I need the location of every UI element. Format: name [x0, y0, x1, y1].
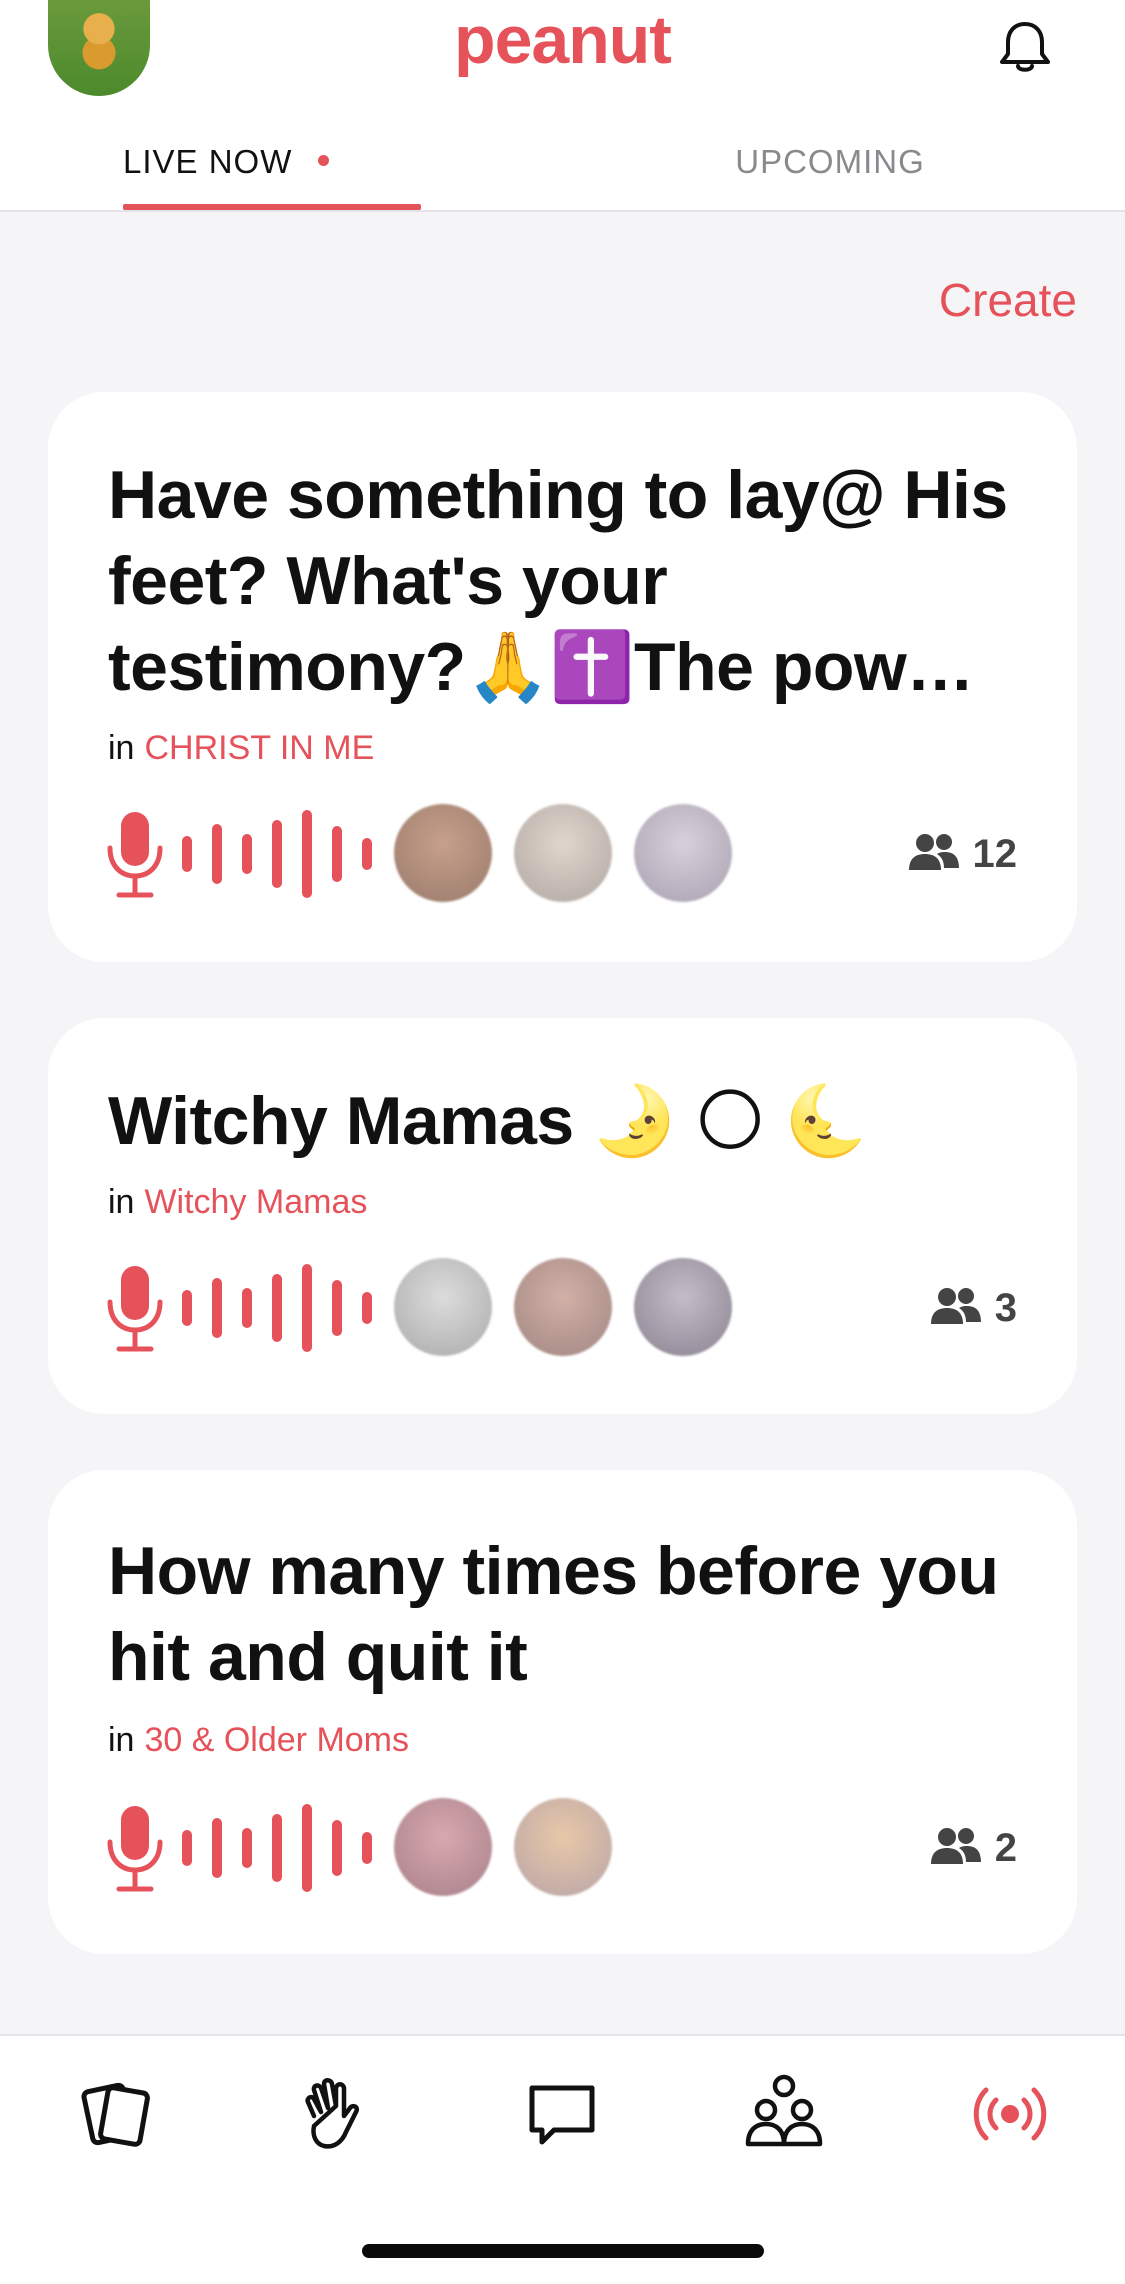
brand-logo: peanut — [454, 2, 672, 78]
create-room-button[interactable]: Create — [939, 268, 1077, 332]
microphone-icon — [107, 1266, 163, 1352]
app-header: peanut LIVE NOW UPCOMING — [0, 0, 1125, 212]
room-title: How many times before you hit and quit i… — [108, 1533, 999, 1695]
home-indicator[interactable] — [362, 2244, 764, 2258]
live-indicator-dot — [318, 154, 330, 166]
cards-icon[interactable] — [74, 2072, 158, 2156]
active-tab-underline — [123, 204, 421, 210]
room-group-link[interactable]: 30 & Older Moms — [144, 1721, 409, 1759]
microphone-icon — [107, 1806, 163, 1892]
speaker-avatar[interactable] — [514, 804, 612, 902]
in-label: in — [108, 1183, 135, 1221]
room-group-line: in 30 & Older Moms — [108, 1718, 409, 1762]
listener-count-value: 2 — [994, 1826, 1017, 1870]
room-card[interactable]: Have something to lay@ His feet? What's … — [48, 392, 1077, 962]
community-icon[interactable] — [742, 2072, 826, 2156]
speaker-avatar[interactable] — [394, 1798, 492, 1896]
speaker-avatar[interactable] — [514, 1258, 612, 1356]
tab-live-now[interactable]: LIVE NOW — [123, 132, 423, 192]
listener-count: 2 — [929, 1798, 1017, 1898]
speaker-avatar[interactable] — [514, 1798, 612, 1896]
in-label: in — [108, 729, 135, 767]
tab-live-now-label: LIVE NOW — [123, 143, 293, 180]
people-icon — [930, 1288, 981, 1325]
room-card[interactable]: How many times before you hit and quit i… — [48, 1470, 1077, 1954]
people-icon — [930, 1828, 981, 1865]
room-activity-row: 2 — [104, 1798, 1017, 1898]
tab-upcoming[interactable]: UPCOMING — [690, 132, 970, 192]
room-group-line: in Witchy Mamas — [108, 1180, 367, 1224]
speaker-avatar[interactable] — [634, 804, 732, 902]
people-icon — [908, 834, 959, 871]
listener-count: 3 — [929, 1258, 1017, 1358]
live-broadcast-icon[interactable] — [968, 2072, 1052, 2156]
chat-bubble-icon[interactable] — [520, 2072, 604, 2156]
listener-count-value: 12 — [972, 832, 1018, 876]
listener-count-value: 3 — [994, 1286, 1017, 1330]
audio-wave-icon — [182, 1798, 382, 1898]
speaker-avatar[interactable] — [394, 1258, 492, 1356]
room-group-line: in CHRIST IN ME — [108, 726, 374, 770]
room-activity-row: 3 — [104, 1258, 1017, 1358]
listener-count: 12 — [907, 804, 1018, 904]
room-title: Have something to lay@ His feet? What's … — [108, 457, 1008, 705]
room-title: Witchy Mamas 🌛 🌕 🌜 — [108, 1083, 868, 1159]
room-activity-row: 12 — [104, 804, 1017, 904]
room-card[interactable]: Witchy Mamas 🌛 🌕 🌜 in Witchy Mamas 3 — [48, 1018, 1077, 1414]
audio-wave-icon — [182, 1258, 382, 1358]
audio-wave-icon — [182, 804, 382, 904]
in-label: in — [108, 1721, 135, 1759]
bell-icon[interactable] — [996, 18, 1054, 76]
speaker-avatar[interactable] — [394, 804, 492, 902]
speaker-avatar[interactable] — [634, 1258, 732, 1356]
room-group-link[interactable]: Witchy Mamas — [144, 1183, 367, 1221]
room-group-link[interactable]: CHRIST IN ME — [144, 729, 374, 767]
microphone-icon — [107, 812, 163, 898]
wave-hand-icon[interactable] — [294, 2072, 378, 2156]
